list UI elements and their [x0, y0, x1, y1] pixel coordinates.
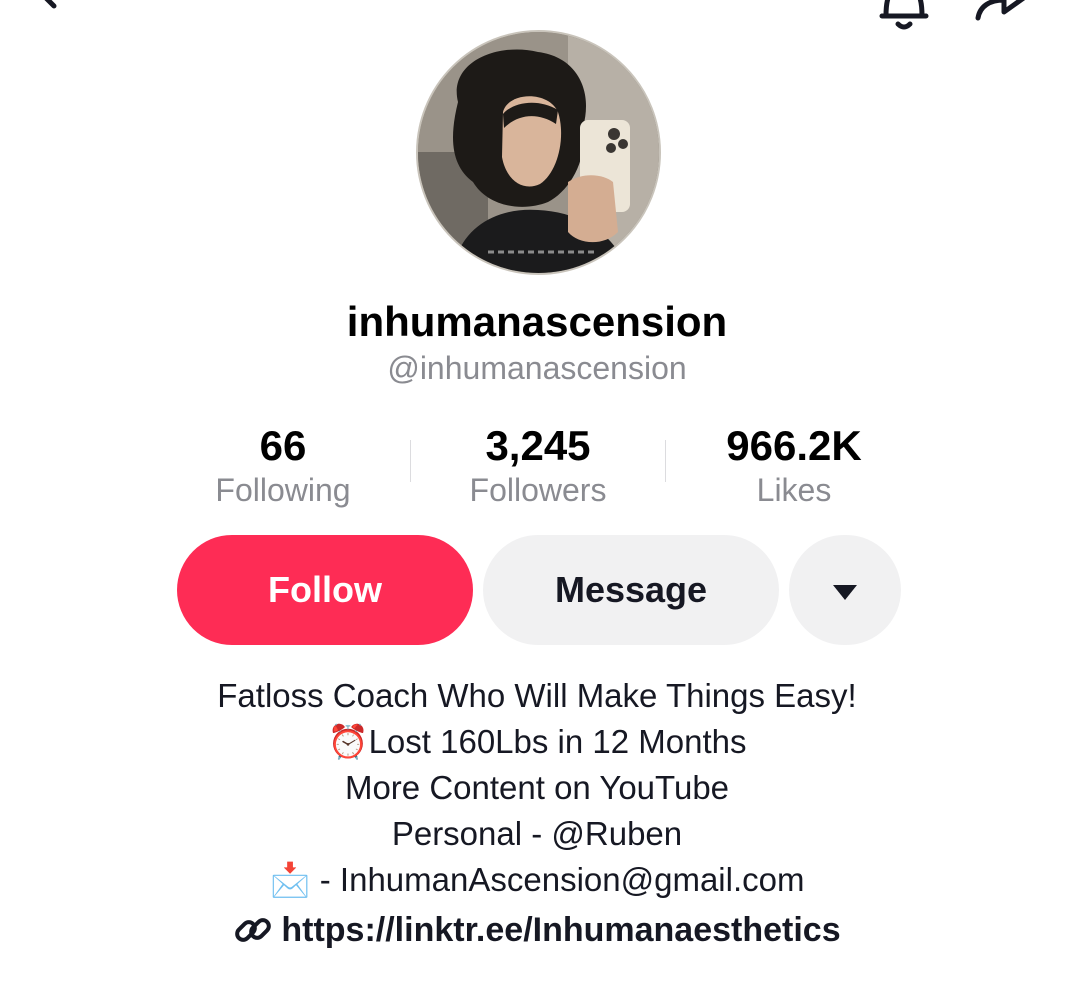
following-count: 66 [259, 422, 307, 469]
bio-link[interactable]: https://linktr.ee/Inhumanaesthetics [0, 910, 1074, 950]
stat-followers[interactable]: 3,245 Followers [418, 420, 658, 508]
avatar[interactable] [416, 30, 661, 275]
link-icon [233, 910, 273, 950]
stat-divider [665, 440, 666, 482]
share-icon[interactable] [970, 0, 1040, 28]
back-arrow-icon[interactable] [36, 0, 96, 24]
followers-count: 3,245 [485, 422, 591, 469]
stat-likes[interactable]: 966.2K Likes [674, 420, 914, 508]
more-options-button[interactable] [789, 535, 901, 645]
profile-stats: 66 Following 3,245 Followers 966.2K Like… [0, 420, 1074, 510]
bio-line: Personal - @Ruben [391, 815, 683, 852]
bio: Fatloss Coach Who Will Make Things Easy!… [0, 673, 1074, 903]
bio-line: 📩 - InhumanAscension@gmail.com [269, 861, 805, 898]
bio-link-text[interactable]: https://linktr.ee/Inhumanaesthetics [281, 911, 840, 950]
followers-label: Followers [469, 472, 607, 508]
stat-divider [410, 440, 411, 482]
stat-following[interactable]: 66 Following [163, 420, 403, 508]
top-bar [0, 0, 1074, 30]
bio-line: ⏰Lost 160Lbs in 12 Months [327, 723, 747, 760]
bell-icon[interactable] [872, 0, 936, 30]
follow-button[interactable]: Follow [177, 535, 473, 645]
username: @inhumanascension [387, 350, 687, 386]
caret-down-icon [831, 569, 859, 611]
bio-line: More Content on YouTube [344, 769, 730, 806]
bio-line: Fatloss Coach Who Will Make Things Easy! [217, 677, 857, 714]
display-name: inhumanascension [346, 298, 728, 345]
likes-label: Likes [756, 472, 832, 508]
following-label: Following [215, 472, 351, 508]
likes-count: 966.2K [726, 422, 862, 469]
message-button[interactable]: Message [483, 535, 779, 645]
